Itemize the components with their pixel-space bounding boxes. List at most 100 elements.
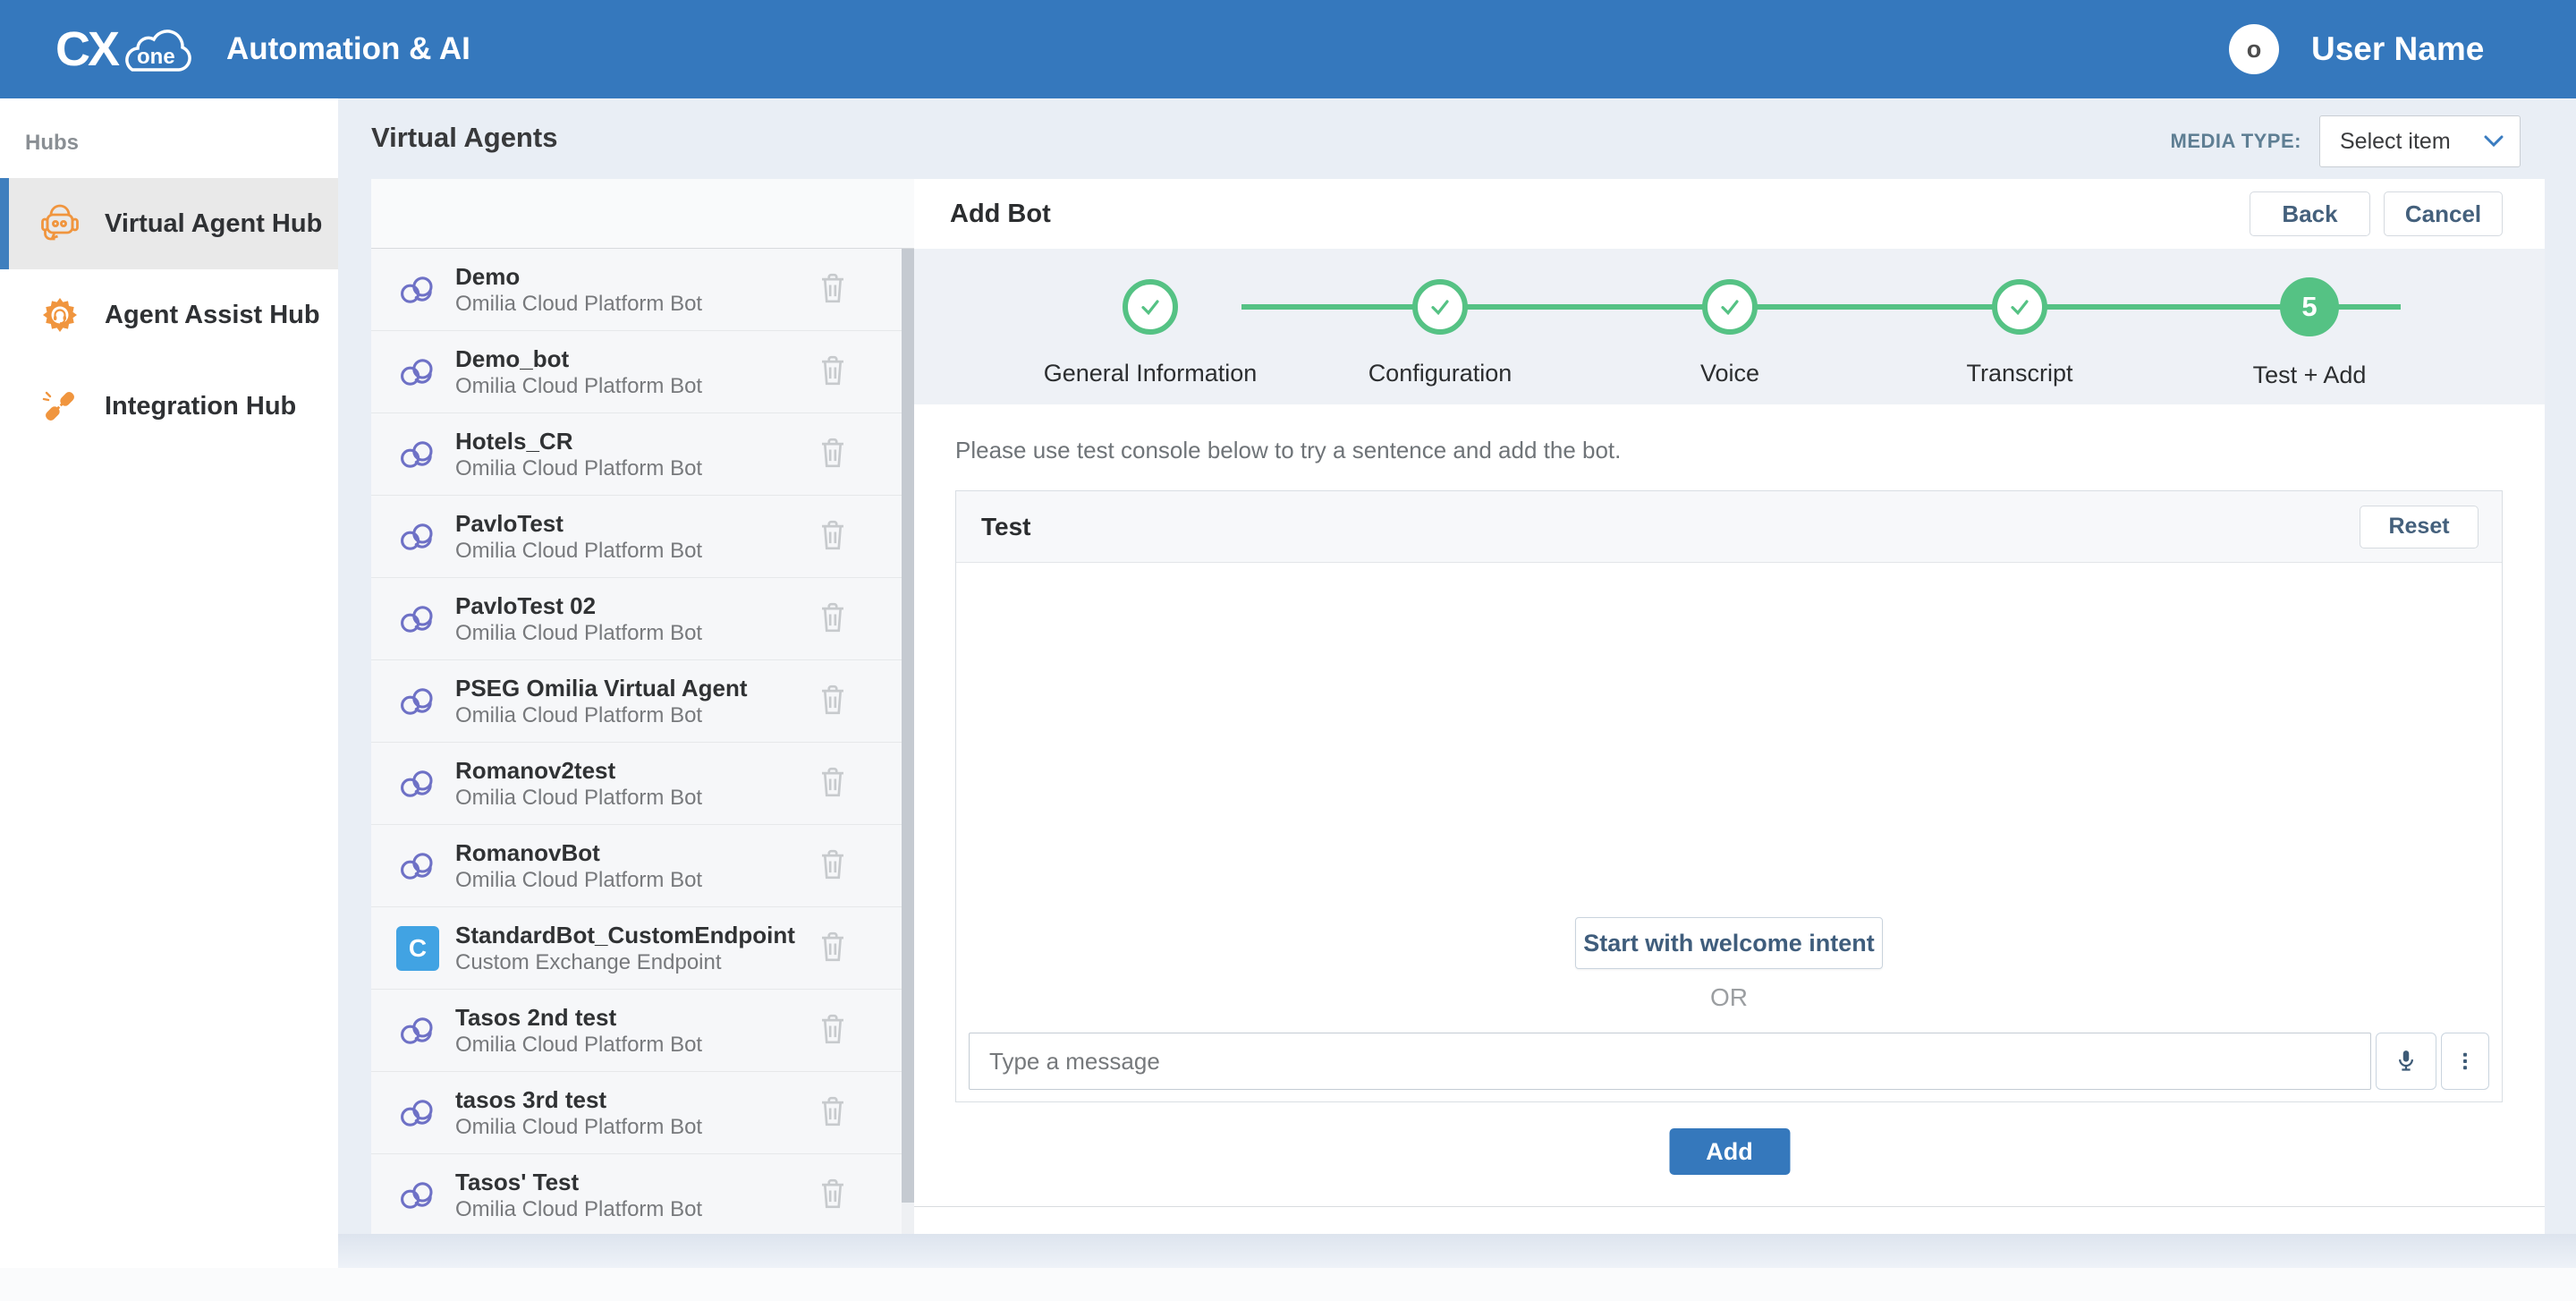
or-label: OR [956,983,2502,1012]
delete-bot-button[interactable] [818,1012,848,1049]
test-instruction-text: Please use test console below to try a s… [955,437,1621,464]
app-screen: CX one Automation & AI o User Name Hubs [0,0,2576,1301]
reset-button[interactable]: Reset [2360,506,2479,548]
media-type-selected-value: Select item [2340,129,2451,155]
bot-type: Omilia Cloud Platform Bot [455,702,748,729]
delete-bot-button[interactable] [818,436,848,472]
plug-link-icon [38,385,81,428]
bot-list-item[interactable]: PavloTest 02 Omilia Cloud Platform Bot [371,578,914,660]
test-console-body: Start with welcome intent OR [956,563,2502,1101]
message-input[interactable] [969,1033,2371,1090]
omilia-cloud-icon [396,601,439,637]
bot-list-item[interactable]: Tasos' Test Omilia Cloud Platform Bot [371,1154,914,1237]
test-console-title: Test [981,513,1031,541]
cxone-cloud-logo-icon: one [113,20,202,77]
omilia-cloud-icon [396,272,439,308]
delete-bot-button[interactable] [818,353,848,390]
bot-name: PavloTest [455,509,702,538]
bot-name: StandardBot_CustomEndpoint [455,921,795,949]
bot-list-item[interactable]: Demo_bot Omilia Cloud Platform Bot [371,331,914,413]
step-indicator[interactable] [1412,279,1468,335]
trash-icon [818,600,848,634]
delete-bot-button[interactable] [818,683,848,719]
bot-list-item[interactable]: tasos 3rd test Omilia Cloud Platform Bot [371,1072,914,1154]
step-number: 5 [2301,291,2317,323]
trash-icon [818,683,848,717]
trash-icon [818,847,848,881]
gear-headset-icon [38,293,81,336]
add-bot-panel: Add Bot Back Cancel General Information … [914,179,2545,1237]
step-indicator[interactable]: 5 [2280,277,2339,336]
page-title: Automation & AI [226,31,470,67]
omilia-cloud-icon [396,766,439,802]
sidebar-item-agent-assist-hub[interactable]: Agent Assist Hub [0,269,338,361]
wizard-step: General Information [1005,249,1295,404]
bot-list-item[interactable]: RomanovBot Omilia Cloud Platform Bot [371,825,914,907]
user-menu[interactable]: User Name [2311,30,2484,68]
omilia-cloud-icon [396,1095,439,1131]
bot-name: Hotels_CR [455,427,702,455]
check-icon [2005,293,2034,321]
check-icon [1136,293,1165,321]
microphone-button[interactable] [2376,1033,2436,1090]
wizard-actions: Back Cancel [2250,191,2503,236]
media-type-group: MEDIA TYPE: Select item [2171,115,2521,167]
delete-bot-button[interactable] [818,847,848,884]
sidebar-item-integration-hub[interactable]: Integration Hub [0,361,338,452]
bot-name: PavloTest 02 [455,591,702,620]
bot-type: Omilia Cloud Platform Bot [455,1032,702,1059]
bot-list-item[interactable]: PSEG Omilia Virtual Agent Omilia Cloud P… [371,660,914,743]
add-bot-header: Add Bot Back Cancel [914,179,2545,249]
bot-type: Omilia Cloud Platform Bot [455,1196,702,1223]
start-with-welcome-intent-button[interactable]: Start with welcome intent [1575,917,1883,969]
delete-bot-button[interactable] [818,1177,848,1213]
bot-list-item[interactable]: Tasos 2nd test Omilia Cloud Platform Bot [371,990,914,1072]
wizard-step: 5 Test + Add [2165,249,2454,404]
cancel-button[interactable]: Cancel [2384,191,2503,236]
delete-bot-button[interactable] [818,271,848,308]
media-type-label: MEDIA TYPE: [2171,130,2301,153]
delete-bot-button[interactable] [818,600,848,637]
media-type-select[interactable]: Select item [2319,115,2521,167]
bot-name: PSEG Omilia Virtual Agent [455,674,748,702]
bot-list-item[interactable]: PavloTest Omilia Cloud Platform Bot [371,496,914,578]
bot-list-scrollbar[interactable] [902,249,914,1237]
cxone-logo: CX [55,21,117,77]
bot-list-item[interactable]: C StandardBot_CustomEndpoint Custom Exch… [371,907,914,990]
bot-list-item[interactable]: Hotels_CR Omilia Cloud Platform Bot [371,413,914,496]
add-button[interactable]: Add [1669,1128,1790,1175]
step-label: Voice [1700,360,1759,387]
sidebar-item-virtual-agent-hub[interactable]: Virtual Agent Hub [0,178,338,269]
wizard-step: Transcript [1875,249,2165,404]
back-button[interactable]: Back [2250,191,2370,236]
omilia-cloud-icon [396,1178,439,1213]
wizard-step: Voice [1585,249,1875,404]
step-indicator[interactable] [1992,279,2047,335]
microphone-icon [2393,1048,2419,1075]
robot-headset-icon [38,202,81,245]
delete-bot-button[interactable] [818,765,848,802]
step-indicator[interactable] [1702,279,1758,335]
more-options-button[interactable] [2441,1033,2489,1090]
sidebar: Hubs Virtual Agent Hub [0,98,338,1268]
sidebar-section-label: Hubs [25,131,79,156]
scrollbar-thumb[interactable] [902,249,914,1203]
bot-name: Demo [455,262,702,291]
trash-icon [818,271,848,305]
bot-list: Demo Omilia Cloud Platform Bot Demo_bot … [371,249,914,1237]
delete-bot-button[interactable] [818,930,848,966]
step-indicator[interactable] [1123,279,1178,335]
bot-list-item[interactable]: Demo Omilia Cloud Platform Bot [371,249,914,331]
sidebar-item-label: Virtual Agent Hub [105,209,322,239]
trash-icon [818,1094,848,1128]
sidebar-item-label: Agent Assist Hub [105,301,320,330]
sidebar-item-label: Integration Hub [105,392,296,421]
bot-type: Omilia Cloud Platform Bot [455,620,702,647]
delete-bot-button[interactable] [818,1094,848,1131]
stepper-steps: General Information Configuration Voice … [1005,249,2454,404]
omilia-cloud-icon [396,354,439,390]
check-icon [1716,293,1744,321]
delete-bot-button[interactable] [818,518,848,555]
bot-list-item[interactable]: Romanov2test Omilia Cloud Platform Bot [371,743,914,825]
avatar[interactable]: o [2229,24,2279,74]
